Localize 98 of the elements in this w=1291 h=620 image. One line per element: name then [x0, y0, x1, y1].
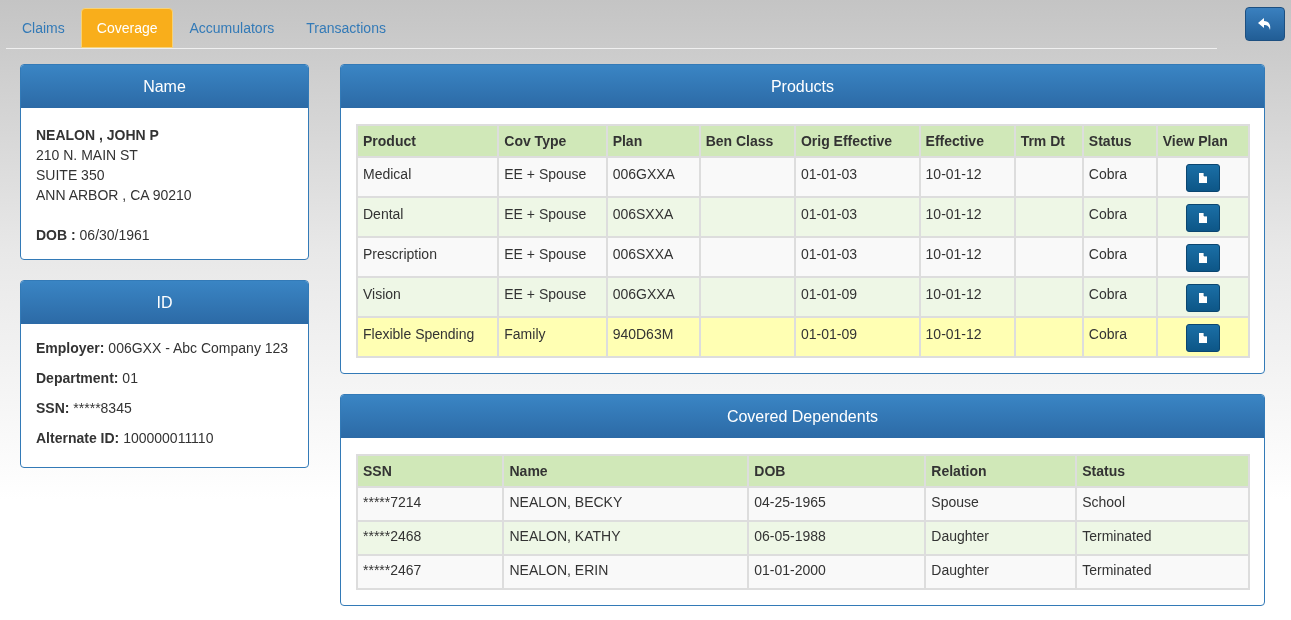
field-label: SSN: — [36, 400, 70, 416]
table-cell — [1014, 317, 1083, 357]
table-cell: *****7214 — [357, 487, 504, 521]
column-header: Cov Type — [498, 125, 607, 157]
panel-header: Name — [21, 65, 308, 108]
document-icon — [1198, 213, 1207, 223]
field-label: Employer: — [36, 340, 105, 356]
document-icon — [1198, 293, 1207, 303]
table-cell: EE + Spouse — [498, 157, 607, 197]
table-cell: Vision — [357, 277, 499, 317]
table-cell: NEALON, BECKY — [503, 487, 749, 521]
table-cell: Cobra — [1082, 277, 1157, 317]
table-cell: 006SXXA — [606, 237, 700, 277]
field-label: Department: — [36, 370, 119, 386]
column-header: View Plan — [1156, 125, 1249, 157]
table-cell: 01-01-03 — [794, 157, 920, 197]
field-value: 006GXX - Abc Company 123 — [108, 340, 289, 356]
panel-header: Covered Dependents — [341, 395, 1264, 438]
table-cell: Terminated — [1076, 555, 1249, 589]
table-cell: EE + Spouse — [498, 277, 607, 317]
table-cell: *****2467 — [357, 555, 504, 589]
table-cell: Flexible Spending — [357, 317, 499, 357]
column-header: Effective — [919, 125, 1015, 157]
column-header: Name — [503, 455, 749, 487]
table-cell: Cobra — [1082, 237, 1157, 277]
tab[interactable]: Transactions — [290, 8, 402, 48]
table-cell: 006GXXA — [606, 157, 700, 197]
column-header: SSN — [357, 455, 504, 487]
column-header: Trm Dt — [1014, 125, 1083, 157]
table-cell: Terminated — [1076, 521, 1249, 555]
table-cell: 01-01-2000 — [748, 555, 926, 589]
table-cell: 10-01-12 — [919, 237, 1015, 277]
field-label: DOB : — [36, 227, 76, 243]
table-cell: 01-01-03 — [794, 237, 920, 277]
view-plan-button[interactable] — [1185, 284, 1220, 312]
address-line: 210 N. MAIN ST — [36, 146, 139, 165]
panel-header: ID — [21, 281, 308, 324]
back-button[interactable] — [1245, 7, 1285, 41]
table-cell: 940D63M — [606, 317, 700, 357]
view-plan-button[interactable] — [1185, 204, 1220, 232]
view-plan-button[interactable] — [1185, 244, 1220, 272]
field-label: Alternate ID: — [36, 430, 120, 446]
table-cell: Spouse — [925, 487, 1077, 521]
table-cell: Medical — [357, 157, 499, 197]
table-cell: 01-01-09 — [794, 317, 920, 357]
table-cell: 01-01-09 — [794, 277, 920, 317]
table-cell — [1014, 197, 1083, 237]
table-cell: Cobra — [1082, 197, 1157, 237]
column-header: Ben Class — [699, 125, 795, 157]
column-header: Product — [357, 125, 499, 157]
address-line: SUITE 350 — [36, 166, 106, 185]
view-plan-button[interactable] — [1185, 164, 1220, 192]
field-value: 06/30/1961 — [79, 227, 150, 243]
table-cell: 10-01-12 — [919, 157, 1015, 197]
column-header: Orig Effective — [794, 125, 920, 157]
table-cell: Prescription — [357, 237, 499, 277]
table-cell: NEALON, ERIN — [503, 555, 749, 589]
table-cell: 10-01-12 — [919, 277, 1015, 317]
document-icon — [1198, 253, 1207, 263]
table-cell: Cobra — [1082, 157, 1157, 197]
table-cell — [1014, 157, 1083, 197]
tab[interactable]: Claims — [6, 8, 81, 48]
column-header: DOB — [748, 455, 926, 487]
address-line: ANN ARBOR , CA 90210 — [36, 186, 193, 205]
member-name: NEALON , JOHN P — [36, 126, 160, 145]
table-cell: EE + Spouse — [498, 237, 607, 277]
table-cell — [1014, 237, 1083, 277]
table-cell: Daughter — [925, 521, 1077, 555]
table-cell: Dental — [357, 197, 499, 237]
tab[interactable]: Accumulators — [173, 8, 291, 48]
document-icon — [1198, 173, 1207, 183]
table-cell: EE + Spouse — [498, 197, 607, 237]
column-header: Status — [1082, 125, 1157, 157]
table-cell: 10-01-12 — [919, 197, 1015, 237]
table-cell: Daughter — [925, 555, 1077, 589]
table-cell: 10-01-12 — [919, 317, 1015, 357]
field-value: 100000011110 — [123, 430, 214, 446]
field-value: 01 — [122, 370, 138, 386]
table-cell: Family — [498, 317, 607, 357]
tab[interactable]: Coverage — [80, 8, 174, 48]
panel-header: Products — [341, 65, 1264, 108]
table-cell: School — [1076, 487, 1249, 521]
table-cell: Cobra — [1082, 317, 1157, 357]
column-header: Relation — [925, 455, 1077, 487]
table-cell: 006SXXA — [606, 197, 700, 237]
table-cell: 06-05-1988 — [748, 521, 926, 555]
document-icon — [1198, 333, 1207, 343]
reply-arrow-icon — [1258, 17, 1272, 31]
column-header: Status — [1076, 455, 1249, 487]
field-value: *****8345 — [73, 400, 132, 416]
table-cell: NEALON, KATHY — [503, 521, 749, 555]
column-header: Plan — [606, 125, 700, 157]
table-cell: 04-25-1965 — [748, 487, 926, 521]
table-cell: 01-01-03 — [794, 197, 920, 237]
table-cell: *****2468 — [357, 521, 504, 555]
view-plan-button[interactable] — [1185, 324, 1220, 352]
table-cell — [1014, 277, 1083, 317]
table-cell: 006GXXA — [606, 277, 700, 317]
